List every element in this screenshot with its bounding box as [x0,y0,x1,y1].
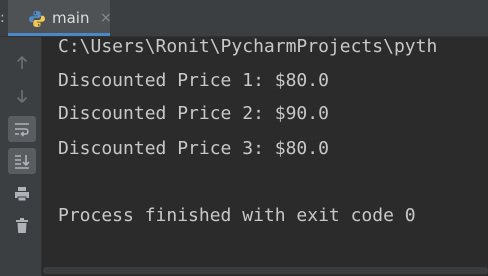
print-icon [15,187,29,202]
rerun-up-button[interactable] [8,50,36,76]
run-tool-window: : main × C:\Users\Ronit\PycharmProjects\… [0,0,488,276]
python-icon [28,10,46,28]
console-output[interactable]: C:\Users\Ronit\PycharmProjects\pyth Disc… [43,37,488,264]
tab-main-label: main [52,9,90,27]
console-line: Process finished with exit code 0 [58,205,416,226]
console-line: Discounted Price 2: $90.0 [58,103,329,124]
console-line: C:\Users\Ronit\PycharmProjects\pyth [58,37,438,57]
scroll-to-end-icon [15,155,30,169]
down-button[interactable] [8,83,36,109]
run-tab-bar: : main × [0,0,488,37]
arrow-down-icon [16,90,28,104]
print-button[interactable] [8,181,36,207]
scroll-to-end-button[interactable] [8,148,36,174]
soft-wrap-button[interactable] [8,116,36,142]
console-line: Discounted Price 3: $80.0 [58,138,329,159]
tab-bar-prefix: : [0,10,5,26]
clear-all-button[interactable] [8,213,36,239]
horizontal-scrollbar[interactable] [43,264,488,276]
trash-icon [16,218,28,233]
arrow-up-icon [16,55,28,69]
close-icon[interactable]: × [100,9,112,27]
console-line: Discounted Price 1: $80.0 [58,70,329,91]
soft-wrap-icon [15,123,29,137]
run-toolbar [0,37,42,276]
tab-main[interactable]: main × [8,0,112,36]
scrollbar-thumb[interactable] [43,267,488,274]
